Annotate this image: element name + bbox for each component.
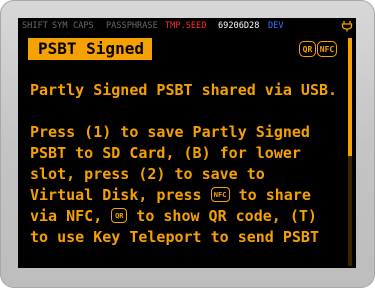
device-screen: SHIFT SYM CAPS PASSPHRASE TMP.SEED 69206… [18,18,356,268]
battery-plug-icon [341,21,353,32]
title-bar: PSBT Signed QR NFC [18,38,356,60]
qr-chip-icon: QR [299,41,316,57]
status-caps: CAPS [73,21,94,31]
message-text: Virtual Disk, press [30,186,211,204]
nfc-chip-icon: NFC [317,41,337,57]
message-text: to share [229,186,311,204]
device-bezel: SHIFT SYM CAPS PASSPHRASE TMP.SEED 69206… [0,0,375,288]
message-line: PSBT to SD Card, (B) for lower [30,144,301,162]
scrollbar[interactable] [348,38,352,266]
message-line: to use Key Teleport to send PSBT [30,228,319,246]
message-line: slot, press (2) to save to [30,165,265,183]
message-line: Partly Signed PSBT shared via USB. [30,81,338,99]
message-body: Partly Signed PSBT shared via USB. Press… [30,80,348,248]
message-text: via NFC, [30,207,112,225]
scrollbar-thumb[interactable] [348,38,352,156]
status-dev: DEV [268,21,284,31]
message-line: Press (1) to save Partly Signed [30,123,310,141]
status-shift: SHIFT [22,21,48,31]
message-gap [30,101,348,122]
status-fingerprint: 69206D28 [218,21,260,31]
message-line: via NFC, QR to show QR code, (T) [30,206,348,227]
status-tmp-seed: TMP.SEED [165,21,207,31]
status-sym: SYM [52,21,68,31]
message-line: Virtual Disk, press NFC to share [30,185,348,206]
nfc-key-icon: NFC [210,186,230,202]
status-passphrase: PASSPHRASE [106,21,158,31]
qr-key-icon: QR [111,207,128,223]
status-bar: SHIFT SYM CAPS PASSPHRASE TMP.SEED 69206… [18,18,356,34]
page-title: PSBT Signed [28,38,152,60]
message-text: to show QR code, (T) [127,207,317,225]
